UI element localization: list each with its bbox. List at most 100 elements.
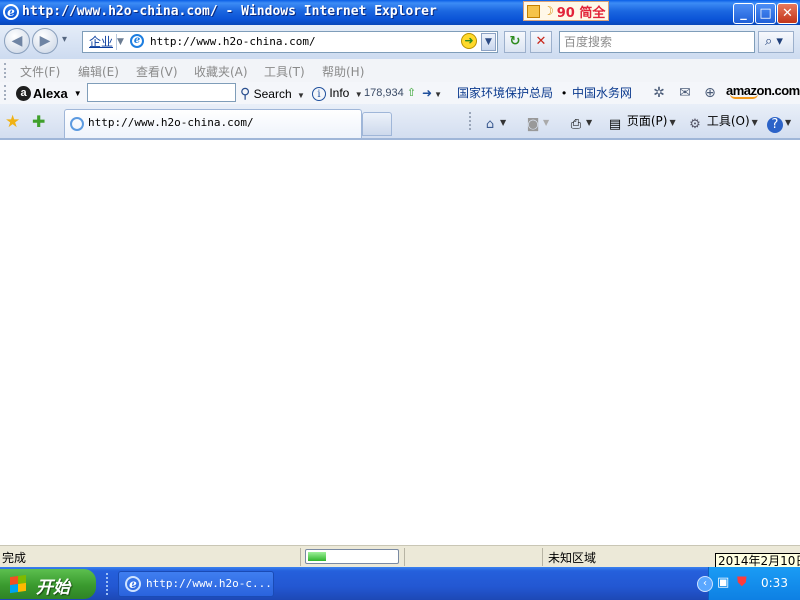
go-icon[interactable]: ➜ [461,33,477,49]
address-toolbar: ◀ ▶ ▾ 企业 ▼ e http://www.h2o-china.com/ ➜… [0,25,800,59]
taskbar-grip[interactable] [106,573,111,595]
taskbar-item-label: http://www.h2o-c... [146,577,272,590]
link-sepa[interactable]: 国家环境保护总局 [457,84,553,102]
bullet-icon: • [562,86,567,100]
mail-icon[interactable]: ✉ [676,85,694,101]
chevron-down-icon: ▼ [543,118,550,127]
address-dropdown-button[interactable]: ▼ [481,33,496,51]
chevron-down-icon: ▼ [354,90,363,99]
minimize-button[interactable]: _ [733,3,754,24]
amazon-link[interactable]: amazon.com [726,83,800,99]
favorites-star-icon[interactable]: ★ [5,112,20,132]
magnifier-icon: ⚲ [240,85,251,101]
help-icon: ? [767,117,783,133]
tab-label: http://www.h2o-china.com/ [88,116,254,129]
alexa-brand: Alexa [33,85,68,101]
security-zone[interactable]: 未知区域 [548,549,596,566]
toolbar-grip[interactable] [469,112,473,130]
address-bar[interactable]: 企业 ▼ e http://www.h2o-china.com/ ➜ ▼ [82,31,498,53]
clock[interactable]: 0:33 [761,576,788,590]
redirect-icon: ➜ [422,86,433,100]
chevron-down-icon: ▼ [500,118,507,127]
search-button[interactable]: ⌕ ▾ [758,31,794,53]
moon-icon[interactable]: ☽ [543,4,554,18]
menu-help[interactable]: 帮助(H) [322,63,364,80]
up-arrow-icon: ⇧ [406,87,417,99]
refresh-button[interactable]: ↻ [504,31,526,53]
page-icon: ▤ [608,117,622,132]
chevron-down-icon: ▼ [586,118,593,127]
rss-icon: ◙ [526,117,540,132]
address-badge[interactable]: 企业 [86,34,118,50]
menu-bar: 文件(F) 编辑(E) 查看(V) 收藏夹(A) 工具(T) 帮助(H) [0,59,800,83]
print-button[interactable]: ⎙ ▼ [568,112,592,133]
alexa-rank-value: 178,934 [364,87,404,99]
system-tray: ‹ ▣ ⛊ 0:33 [697,567,800,600]
progress-fill [308,552,326,561]
home-button[interactable]: ⌂ ▼ [482,112,506,133]
sparkle-icon[interactable]: ✲ [650,85,668,101]
page-menu-label: 页面(P) [626,114,668,128]
ime-label[interactable]: 90 简全 [557,2,606,21]
alexa-search-input[interactable] [87,83,236,102]
search-input[interactable]: 百度搜索 [559,31,755,53]
toolbar-grip[interactable] [4,85,9,100]
taskbar: 开始 e http://www.h2o-c... ‹ ▣ ⛊ 0:33 [0,567,800,600]
loading-icon [70,117,84,131]
start-label: 开始 [36,578,70,598]
start-button[interactable]: 开始 [0,569,96,599]
security-shield-icon[interactable]: ⛊ [737,575,747,590]
address-url[interactable]: http://www.h2o-china.com/ [150,34,316,50]
chevron-left-icon[interactable]: ‹ [697,576,713,592]
tools-menu-label: 工具(O) [706,114,750,128]
menu-view[interactable]: 查看(V) [136,63,178,80]
redirect-button[interactable]: ➜ ▼ [422,84,442,104]
status-bar: 完成 未知区域 [0,545,800,568]
page-icon: e [130,34,144,48]
stop-button[interactable]: ✕ [530,31,552,53]
alexa-logo[interactable]: a Alexa ▼ [16,84,82,102]
printer-icon: ⎙ [570,117,582,132]
status-divider [404,548,405,566]
status-divider [300,548,301,566]
close-button[interactable]: ✕ [777,3,798,24]
ime-toolbar[interactable]: ☽ 90 简全 [523,1,609,21]
tab-active[interactable]: http://www.h2o-china.com/ [64,109,362,138]
forward-button[interactable]: ▶ [32,28,58,54]
chevron-down-icon[interactable]: ▼ [74,89,82,98]
chevron-down-icon: ▼ [785,118,792,127]
back-button[interactable]: ◀ [4,28,30,54]
tab-bar: ★ ✚ http://www.h2o-china.com/ ⌂ ▼ ◙ ▼ ⎙ ▼ ▤… [0,104,800,140]
help-button[interactable]: ? ▼ [767,112,791,133]
chevron-down-icon: ▼ [751,118,758,127]
maximize-button[interactable]: □ [755,3,776,24]
link-h2o-china[interactable]: 中国水务网 [572,84,632,102]
menu-file[interactable]: 文件(F) [20,63,60,80]
window-title: http://www.h2o-china.com/ - Windows Inte… [22,4,437,19]
page-menu-button[interactable]: ▤ 页面(P) ▼ [607,112,676,133]
chevron-down-icon: ▼ [669,118,676,127]
network-icon[interactable]: ▣ [717,575,729,590]
alexa-rank[interactable]: 178,934 ⇧ [364,84,416,102]
globe-icon[interactable]: ⊕ [701,85,719,101]
history-dropdown-icon[interactable]: ▾ [62,34,67,45]
taskbar-item-ie[interactable]: e http://www.h2o-c... [118,571,274,597]
toolbar-grip[interactable] [4,63,9,78]
window-title-bar[interactable]: e http://www.h2o-china.com/ - Windows In… [0,0,800,25]
info-icon: i [312,87,326,101]
menu-favorites[interactable]: 收藏夹(A) [194,63,248,80]
alexa-info-button[interactable]: i Info ▼ [312,84,363,104]
tools-menu-button[interactable]: ⚙ 工具(O) ▼ [687,112,758,133]
menu-tools[interactable]: 工具(T) [264,63,305,80]
status-text: 完成 [2,551,27,565]
alexa-search-button[interactable]: ⚲ Search ▼ [240,84,305,105]
add-favorite-icon[interactable]: ✚ [32,112,45,131]
feeds-button[interactable]: ◙ ▼ [525,112,549,133]
chevron-down-icon[interactable]: ▼ [117,33,124,51]
ie-icon: e [125,576,141,592]
ime-mode-icon[interactable] [527,4,540,18]
amazon-label: amazon.com [726,83,800,98]
page-content[interactable] [0,140,800,545]
menu-edit[interactable]: 编辑(E) [78,63,119,80]
new-tab-button[interactable] [362,112,392,136]
